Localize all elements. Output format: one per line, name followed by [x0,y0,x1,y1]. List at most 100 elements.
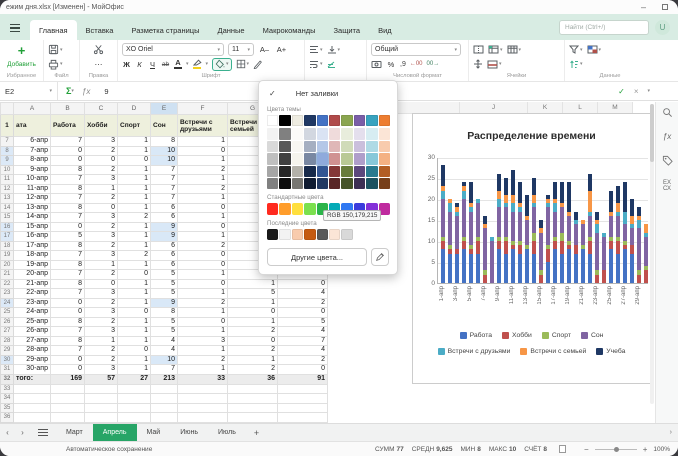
cell[interactable]: 2 [85,317,118,327]
column-header[interactable]: F [178,103,228,115]
column-header[interactable]: D [118,103,151,115]
color-swatch[interactable] [317,115,328,126]
date-cell[interactable]: 23-апр [14,298,51,308]
strikethrough-button[interactable]: ab [161,61,170,68]
cell[interactable]: 7 [51,194,85,204]
zoom-out-button[interactable]: − [584,445,589,454]
cell[interactable] [178,413,228,423]
cell[interactable]: 0 [178,260,228,270]
cell[interactable]: 0 [51,146,85,156]
row-number[interactable]: 32 [1,374,14,384]
cell[interactable]: 2 [85,165,118,175]
color-swatch[interactable] [341,153,352,164]
text-wrap-button[interactable]: ▾ [309,60,323,69]
cell[interactable]: 1 [228,355,278,365]
cell[interactable]: 0 [51,308,85,318]
cell[interactable]: 1 [118,317,151,327]
color-swatch[interactable] [354,178,365,189]
color-swatch[interactable] [304,203,315,214]
cell[interactable]: 2 [228,327,278,337]
totals-label[interactable]: того: [14,374,51,384]
formula-input[interactable]: 9 [104,87,108,96]
color-swatch[interactable] [304,166,315,177]
save-button[interactable]: ▾ [48,44,63,55]
cell[interactable]: 0 [228,336,278,346]
color-swatch[interactable] [304,115,315,126]
cell[interactable]: 0 [51,156,85,166]
corner-cell[interactable] [1,103,14,115]
cell[interactable]: 2 [85,222,118,232]
header-cell[interactable]: Спорт [118,115,151,137]
color-swatch[interactable] [379,128,390,139]
cell[interactable] [85,394,118,404]
header-cell[interactable]: Встречи с друзьями [178,115,228,137]
cell[interactable]: 2 [85,194,118,204]
cell[interactable]: 0 [85,203,118,213]
color-swatch[interactable] [292,153,303,164]
cell[interactable]: 4 [278,346,328,356]
color-swatch[interactable] [267,153,278,164]
cell[interactable] [278,384,328,394]
color-swatch[interactable] [329,153,340,164]
bar[interactable] [497,174,501,283]
color-swatch[interactable] [329,141,340,152]
cell[interactable]: 10 [151,355,178,365]
cell[interactable]: 2 [178,184,228,194]
menu-tab[interactable]: Вставка [77,20,123,40]
cell[interactable]: 2 [178,355,228,365]
color-swatch[interactable] [279,141,290,152]
cell[interactable]: 4 [278,327,328,337]
cell[interactable]: 5 [51,232,85,242]
row-number[interactable]: 15 [1,213,14,223]
cell[interactable] [118,403,151,413]
cell[interactable]: 7 [51,137,85,147]
date-cell[interactable]: 21-апр [14,279,51,289]
cell[interactable] [14,413,51,423]
cell[interactable]: 0 [118,346,151,356]
page-view-icon[interactable] [559,445,566,453]
totals-cell[interactable]: 169 [51,374,85,384]
color-swatch[interactable] [292,203,303,214]
insert-cells-button[interactable]: ▾ [488,45,503,54]
cell[interactable]: 1 [178,327,228,337]
more-actions-icon[interactable]: ⋯ [95,60,103,69]
bar[interactable] [553,182,557,283]
format-painter-button[interactable] [253,59,263,69]
chart-object[interactable]: Распределение времени 051015202530 1-апр… [412,113,651,384]
cell[interactable]: 9 [151,222,178,232]
cell[interactable] [178,394,228,404]
date-cell[interactable]: 7-апр [14,146,51,156]
row-number[interactable]: 13 [1,194,14,204]
sheet-tab[interactable]: Апрель [93,424,137,441]
cell[interactable] [178,384,228,394]
cell[interactable] [51,403,85,413]
cell[interactable]: 1 [118,203,151,213]
row-number[interactable]: 22 [1,279,14,289]
cell[interactable]: 0 [118,270,151,280]
bar[interactable] [518,182,522,283]
cell[interactable]: 1 [118,241,151,251]
color-swatch[interactable] [292,128,303,139]
totals-cell[interactable]: 27 [118,374,151,384]
cell[interactable]: 5 [151,270,178,280]
bar[interactable] [616,186,620,283]
row-number[interactable]: 30 [1,355,14,365]
cell[interactable]: 2 [178,165,228,175]
percent-icon[interactable]: % [386,60,396,69]
color-swatch[interactable] [304,178,315,189]
color-swatch[interactable] [292,229,303,240]
color-swatch[interactable] [317,178,328,189]
color-swatch[interactable] [329,229,340,240]
vertical-scrollbar[interactable] [650,104,654,404]
cell[interactable]: 8 [51,184,85,194]
cell[interactable]: 7 [51,327,85,337]
hamburger-icon[interactable] [10,24,20,32]
cell[interactable]: 5 [151,279,178,289]
cell[interactable]: 7 [151,184,178,194]
menu-tab[interactable]: Данные [208,20,253,40]
color-swatch[interactable] [354,153,365,164]
cell[interactable] [14,394,51,404]
text-orientation-button[interactable] [327,60,337,69]
cell[interactable]: 1 [178,175,228,185]
cell[interactable] [14,384,51,394]
